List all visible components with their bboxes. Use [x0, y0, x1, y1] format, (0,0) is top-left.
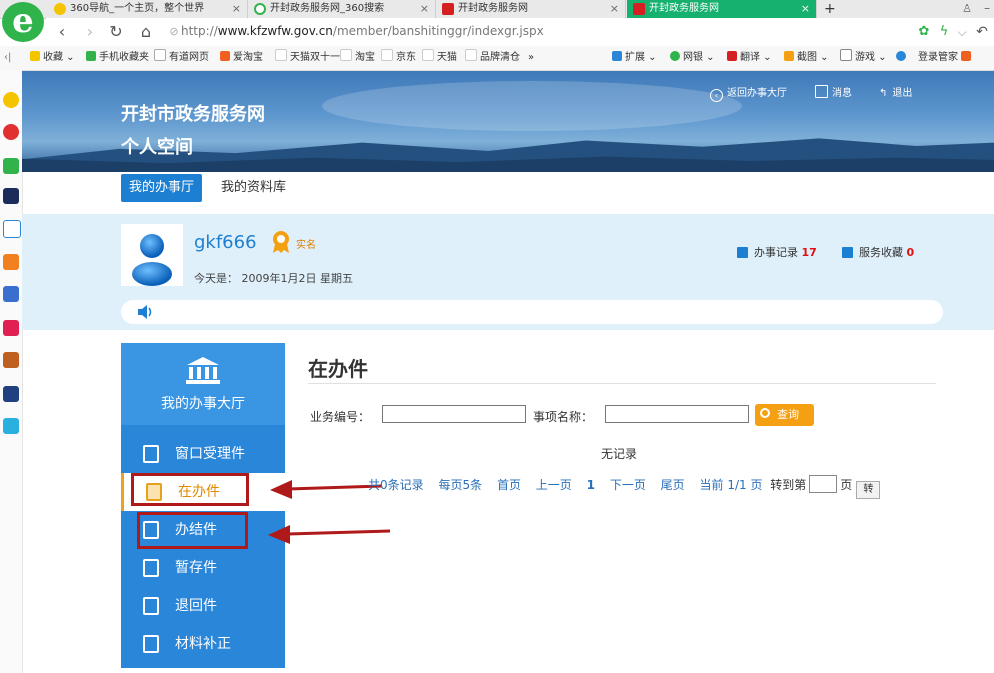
- business-number-input[interactable]: [382, 405, 526, 423]
- pager-goto-input[interactable]: [809, 475, 838, 493]
- annotation-arrowhead-2: [268, 525, 290, 544]
- annotation-arrowhead-1: [270, 480, 292, 499]
- title-divider: [308, 383, 936, 384]
- no-record-text: 无记录: [601, 447, 638, 461]
- search-button[interactable]: 查询: [755, 404, 814, 426]
- pager-last[interactable]: 尾页: [661, 478, 685, 492]
- annotation-arrows: [268, 480, 391, 544]
- pager-go-button[interactable]: 转: [856, 481, 881, 499]
- annotation-arrow-2: [287, 529, 391, 536]
- field-label-number: 业务编号：: [310, 410, 371, 424]
- search-icon: [760, 408, 770, 418]
- pager-next[interactable]: 下一页: [610, 478, 646, 492]
- pager-total: 共0条记录: [368, 478, 424, 492]
- pager-first[interactable]: 首页: [497, 478, 521, 492]
- pager-goto-label: 转到第: [770, 478, 807, 492]
- pager-per-page: 每页5条: [438, 478, 483, 492]
- pager-page-unit: 页: [840, 478, 853, 492]
- search-button-label: 查询: [777, 408, 799, 421]
- pagination: 共0条记录 每页5条 首页 上一页 1 下一页 尾页 当前 1/1 页 转到第 页…: [368, 475, 881, 499]
- pager-current-page: 1: [586, 478, 595, 492]
- pager-prev[interactable]: 上一页: [536, 478, 572, 492]
- page-title: 在办件: [308, 357, 368, 381]
- pager-current: 当前 1/1 页: [699, 478, 763, 492]
- field-label-item: 事项名称：: [533, 410, 594, 424]
- item-name-input[interactable]: [605, 405, 749, 423]
